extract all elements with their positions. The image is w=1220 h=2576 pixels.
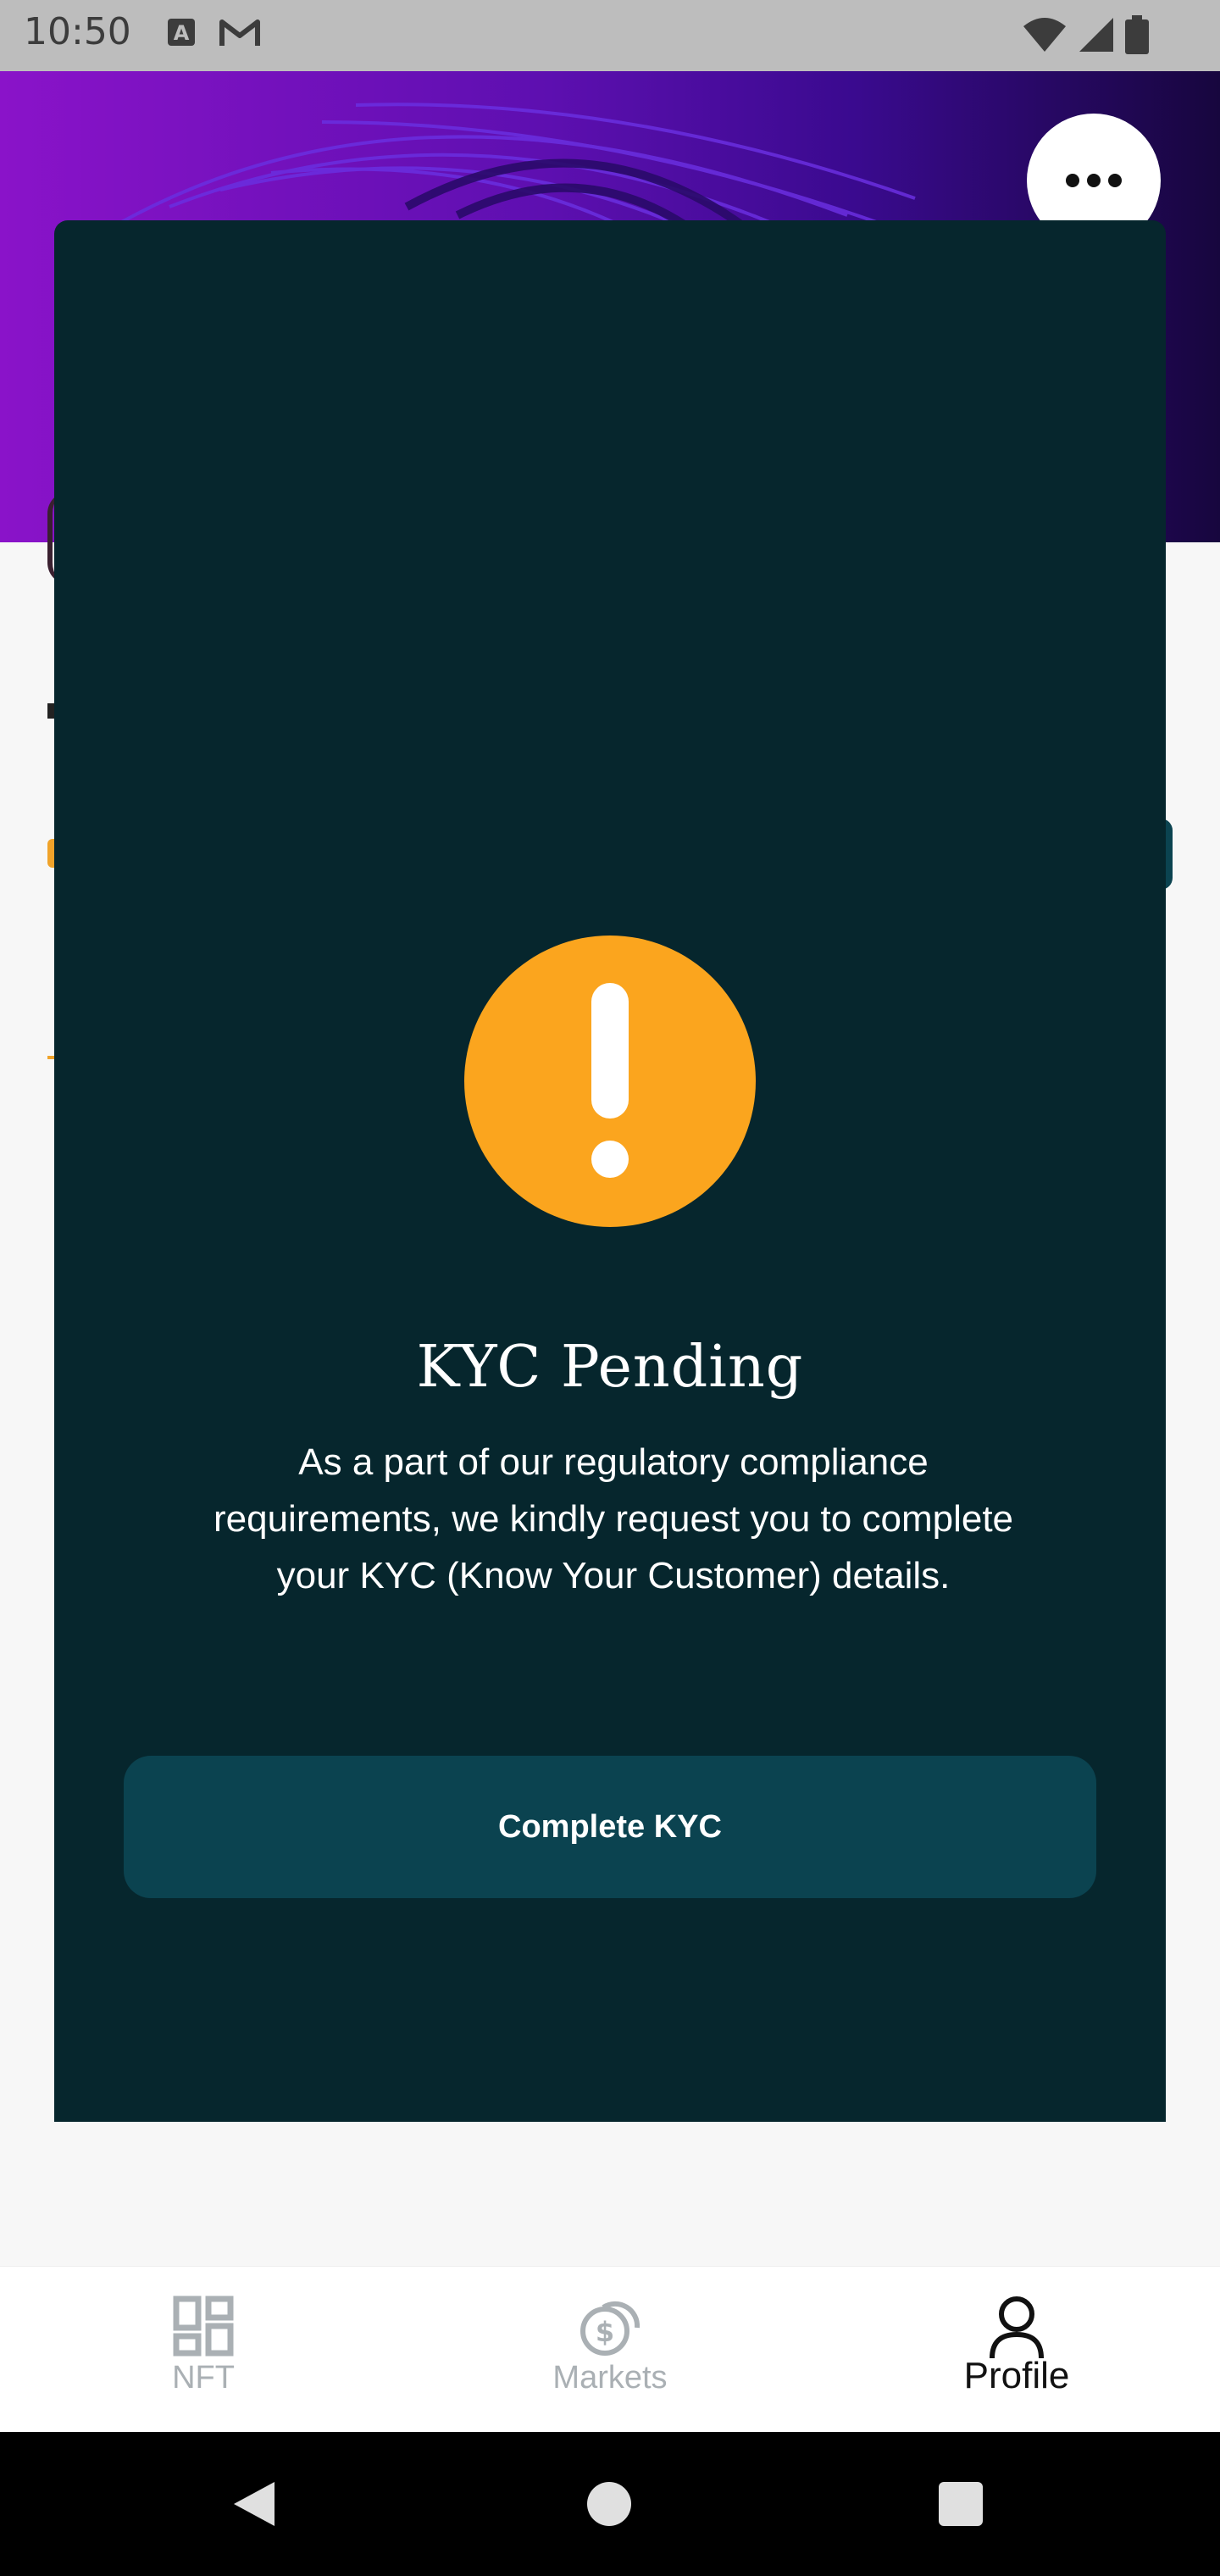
dialog-message: As a part of our regulatory compliance r…	[213, 1441, 1014, 1596]
back-triangle-icon[interactable]	[230, 2479, 278, 2529]
recents-square-icon[interactable]	[939, 2482, 983, 2526]
dialog-title: KYC Pending	[416, 1334, 804, 1401]
kyc-pending-dialog: KYC Pending As a part of our regulatory …	[54, 220, 1166, 2122]
exclamation-icon	[464, 935, 756, 1227]
battery-icon	[1125, 15, 1149, 54]
nav-label-markets: Markets	[552, 2360, 668, 2396]
nav-label-nft: NFT	[172, 2360, 235, 2396]
svg-text:A: A	[174, 21, 190, 45]
exclamation-dot	[591, 1141, 629, 1178]
complete-kyc-button[interactable]: Complete KYC	[124, 1756, 1096, 1898]
nav-item-nft[interactable]: NFT	[76, 2267, 330, 2433]
nav-item-profile[interactable]: Profile	[890, 2267, 1144, 2433]
status-time: 10:50	[24, 10, 131, 53]
coins-icon: $	[580, 2301, 640, 2356]
grid-icon	[173, 2296, 234, 2357]
system-navigation-bar	[0, 2432, 1220, 2576]
exclamation-bar	[591, 983, 629, 1119]
home-circle-icon[interactable]	[586, 2481, 632, 2527]
status-bar: 10:50 A	[0, 0, 1220, 71]
wifi-icon	[1023, 18, 1066, 52]
gmail-icon	[219, 19, 260, 46]
svg-text:$: $	[596, 2316, 614, 2348]
user-icon	[990, 2296, 1044, 2359]
bottom-navigation: NFT $ Markets Profile	[0, 2266, 1220, 2433]
nav-label-profile: Profile	[963, 2355, 1070, 2396]
a-badge-icon: A	[168, 19, 195, 46]
signal-icon	[1079, 18, 1113, 52]
status-system-icons	[1022, 15, 1149, 54]
status-notification-icons: A	[166, 17, 261, 49]
more-horizontal-icon	[1066, 174, 1122, 187]
nav-item-markets[interactable]: $ Markets	[483, 2267, 737, 2433]
